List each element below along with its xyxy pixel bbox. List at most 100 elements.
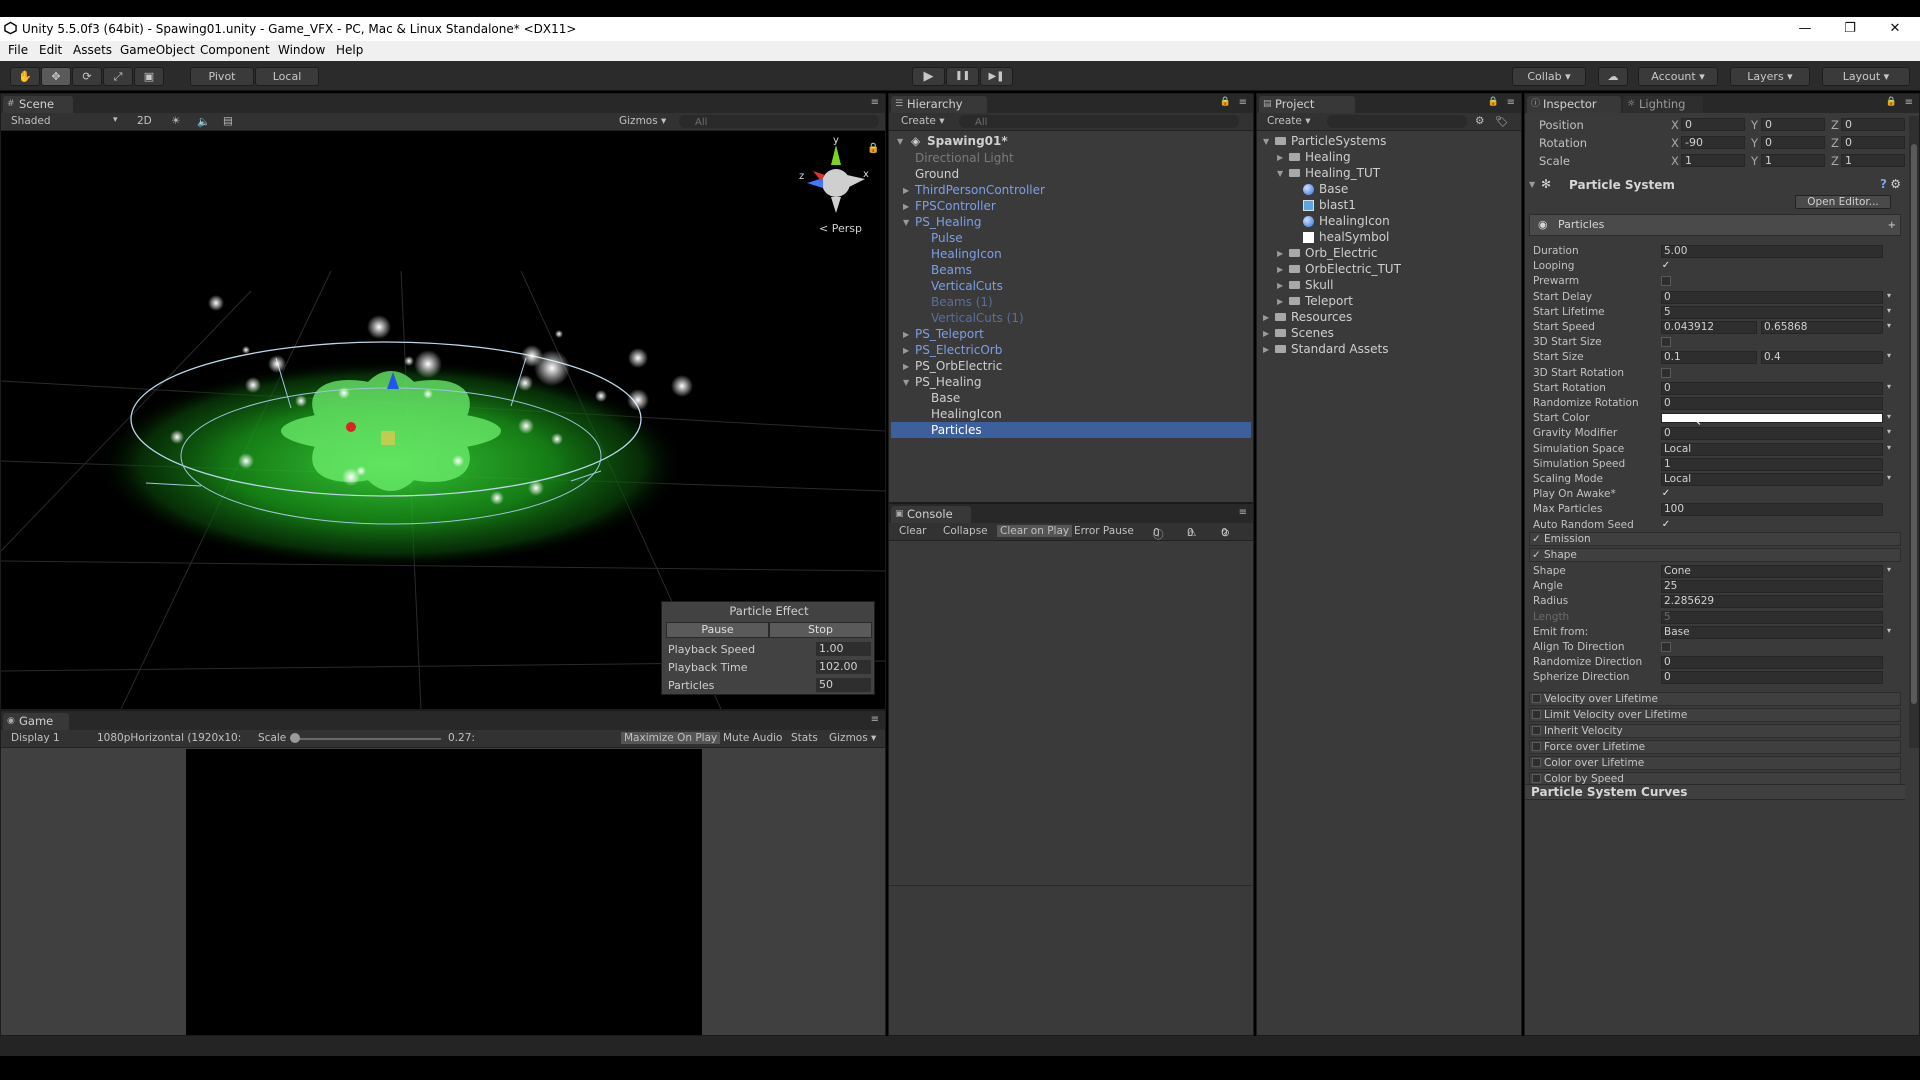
transform-y-field[interactable]: 0 (1761, 118, 1825, 131)
tab-project[interactable]: ▤ Project (1259, 96, 1355, 113)
tab-inspector[interactable]: ⓘ Inspector (1527, 96, 1621, 113)
property-checkbox[interactable]: ✓ (1661, 519, 1671, 530)
hierarchy-item[interactable]: Pulse (891, 230, 1251, 246)
collapsed-arrow-icon[interactable]: ▶ (903, 330, 909, 339)
move-tool-button[interactable]: ✥ (41, 67, 71, 86)
close-button[interactable]: ✕ (1880, 19, 1910, 39)
module-header[interactable]: Inherit Velocity (1529, 724, 1901, 738)
playback-time-field[interactable]: 102.00 (816, 660, 871, 674)
property-value-field[interactable]: 5 (1661, 305, 1883, 319)
pivot-toggle[interactable]: Pivot (190, 67, 254, 86)
particle-system-header[interactable]: ▼ ✻ Particle System ? ⚙ (1529, 176, 1901, 194)
scene-root-row[interactable]: ▼ ◈ Spawing01* (893, 134, 1251, 150)
pause-button[interactable]: ❚❚ (946, 67, 979, 86)
transform-z-field[interactable]: 0 (1841, 118, 1905, 131)
step-button[interactable]: ▶❚ (980, 67, 1013, 86)
module-checkbox[interactable] (1532, 694, 1541, 703)
module-checkbox[interactable] (1532, 774, 1541, 783)
dropdown-caret-icon[interactable]: ▾ (1887, 565, 1891, 574)
property-value-field[interactable]: 0 (1661, 381, 1883, 395)
module-checkbox[interactable] (1532, 742, 1541, 751)
panel-menu-icon[interactable]: ≡ (1239, 507, 1247, 518)
panel-menu-icon[interactable]: ≡ (1507, 97, 1515, 108)
console-collapse-button[interactable]: Collapse (943, 525, 988, 537)
tab-lighting[interactable]: ☼ Lighting (1623, 96, 1703, 113)
add-icon[interactable]: + (1888, 220, 1896, 231)
project-item[interactable]: ▶ OrbElectric_TUT (1257, 261, 1519, 277)
collab-dropdown[interactable]: Collab ▾ (1512, 67, 1586, 86)
hierarchy-item[interactable]: Ground (891, 166, 1251, 182)
resolution-dropdown[interactable]: 1080pHorizontal (1920x10: (97, 732, 241, 744)
collapsed-arrow-icon[interactable]: ▶ (1277, 297, 1283, 306)
local-toggle[interactable]: Local (255, 67, 319, 86)
search-by-type-icon[interactable]: ⚙ (1475, 115, 1484, 127)
collapsed-arrow-icon[interactable]: ▶ (1277, 265, 1283, 274)
dropdown-caret-icon[interactable]: ▾ (1887, 306, 1891, 315)
property-checkbox[interactable]: ✓ (1661, 261, 1671, 271)
dropdown-caret-icon[interactable]: ▾ (1887, 351, 1891, 360)
hand-tool-button[interactable]: ✋ (10, 67, 40, 86)
cloud-button[interactable]: ☁ (1598, 67, 1628, 86)
panel-menu-icon[interactable]: ≡ (871, 714, 879, 725)
project-search-input[interactable] (1327, 115, 1467, 128)
hierarchy-item[interactable]: Particles (891, 422, 1251, 438)
property-value-field[interactable]: 100 (1661, 503, 1883, 517)
inspector-scrollbar-thumb[interactable] (1911, 144, 1917, 704)
module-header[interactable]: Velocity over Lifetime (1529, 692, 1901, 706)
shape-module-header[interactable]: ✓ Shape (1529, 548, 1901, 562)
expanded-arrow-icon[interactable]: ▼ (1277, 169, 1283, 178)
emission-module-header[interactable]: ✓ Emission (1529, 532, 1901, 546)
property-checkbox[interactable] (1661, 337, 1671, 348)
expanded-arrow-icon[interactable]: ▼ (903, 218, 909, 227)
property-value-field[interactable]: Base (1661, 625, 1883, 639)
perspective-label[interactable]: < Persp (819, 222, 862, 235)
property-value-field[interactable]: 0 (1661, 427, 1883, 441)
tab-game[interactable]: ◉ Game (3, 713, 69, 730)
menu-component[interactable]: Component (200, 43, 270, 57)
maximize-on-play-toggle[interactable]: Maximize On Play (621, 732, 721, 744)
gizmos-dropdown[interactable]: Gizmos ▾ (619, 115, 666, 127)
menu-help[interactable]: Help (336, 43, 363, 57)
hierarchy-item[interactable]: ▶ PS_ElectricOrb (891, 342, 1251, 358)
property-value-field[interactable]: 0 (1661, 656, 1883, 670)
transform-x-field[interactable]: 0 (1681, 118, 1745, 131)
game-gizmos-dropdown[interactable]: Gizmos ▾ (829, 732, 876, 744)
collapsed-arrow-icon[interactable]: ▶ (1263, 345, 1269, 354)
dropdown-caret-icon[interactable]: ▾ (1887, 412, 1891, 421)
module-header[interactable]: Color by Speed (1529, 772, 1901, 784)
particle-system-curves-header[interactable]: Particle System Curves (1525, 784, 1905, 800)
collapsed-arrow-icon[interactable]: ▶ (1263, 329, 1269, 338)
shading-mode-dropdown[interactable]: Shaded (11, 115, 51, 127)
maximize-button[interactable]: ❐ (1835, 19, 1865, 39)
menu-file[interactable]: File (8, 43, 28, 57)
collapsed-arrow-icon[interactable]: ▶ (1263, 313, 1269, 322)
scale-slider-thumb[interactable] (290, 733, 300, 743)
project-item[interactable]: ▶ Scenes (1257, 325, 1519, 341)
transform-y-field[interactable]: 0 (1761, 136, 1825, 149)
mute-audio-toggle[interactable]: Mute Audio (723, 732, 782, 744)
tab-hierarchy[interactable]: ☰ Hierarchy (891, 96, 987, 113)
hierarchy-item[interactable]: VerticalCuts (1) (891, 310, 1251, 326)
project-item[interactable]: blast1 (1257, 197, 1519, 213)
particles-section-header[interactable]: ◉ Particles + (1529, 214, 1901, 236)
menu-window[interactable]: Window (278, 43, 325, 57)
transform-z-field[interactable]: 0 (1841, 136, 1905, 149)
lock-icon[interactable]: 🔒 (1886, 97, 1897, 107)
tab-scene[interactable]: # Scene (3, 96, 73, 113)
module-header[interactable]: Limit Velocity over Lifetime (1529, 708, 1901, 722)
stats-toggle[interactable]: Stats (791, 732, 818, 744)
play-button[interactable]: ▶ (912, 67, 945, 86)
orientation-gizmo[interactable]: y z x < Persp 🔒 (799, 135, 879, 235)
layers-dropdown[interactable]: Layers ▾ (1730, 67, 1810, 86)
property-value2-field[interactable]: 0.4 (1761, 351, 1883, 365)
collapsed-arrow-icon[interactable]: ▶ (1277, 281, 1283, 290)
transform-z-field[interactable]: 1 (1841, 154, 1905, 167)
property-value-field[interactable]: 0.043912 (1661, 321, 1757, 334)
collapsed-arrow-icon[interactable]: ▶ (903, 362, 909, 371)
panel-menu-icon[interactable]: ≡ (871, 97, 879, 108)
hierarchy-create-dropdown[interactable]: Create ▾ (901, 115, 945, 127)
game-view[interactable] (186, 749, 702, 1035)
gizmo-lock-icon[interactable]: 🔒 (867, 142, 879, 154)
settings-gear-icon[interactable]: ⚙ (1890, 177, 1901, 191)
hierarchy-item[interactable]: Base (891, 390, 1251, 406)
